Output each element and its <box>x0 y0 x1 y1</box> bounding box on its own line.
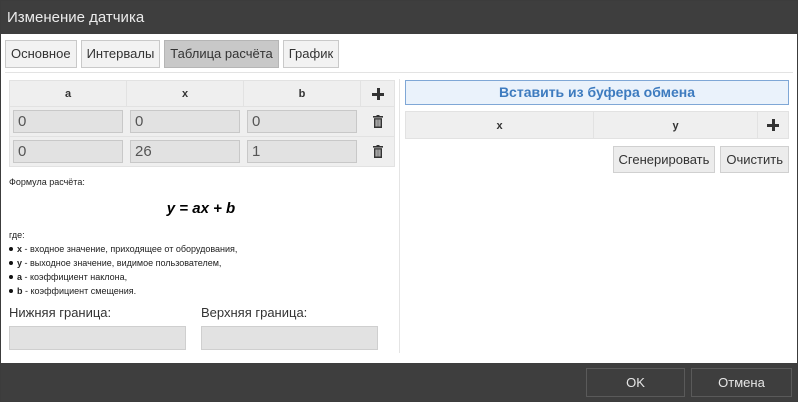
ok-button[interactable]: OK <box>586 368 685 397</box>
add-row-button[interactable] <box>361 81 394 106</box>
list-item: b - коэффициент смещения. <box>9 284 395 298</box>
sensor-edit-dialog: Изменение датчика Основное Интервалы Таб… <box>0 0 798 402</box>
paste-from-clipboard-button[interactable]: Вставить из буфера обмена <box>405 80 789 105</box>
xy-table-header: x y <box>405 111 789 139</box>
upper-bound-input[interactable] <box>201 326 378 350</box>
clear-button[interactable]: Очистить <box>720 146 789 173</box>
cancel-button[interactable]: Отмена <box>691 368 792 397</box>
trash-icon <box>372 145 383 158</box>
formula-label: Формула расчёта: <box>9 177 85 187</box>
coef-x-input[interactable] <box>130 110 240 133</box>
formula-expression: y = ax + b <box>166 200 236 217</box>
tab-intervals[interactable]: Интервалы <box>80 40 161 68</box>
tab-calc-table[interactable]: Таблица расчёта <box>164 40 279 68</box>
column-header-a: a <box>10 81 127 106</box>
formula-legend: x - входное значение, приходящее от обор… <box>9 242 395 298</box>
formula-where: где: <box>9 230 25 240</box>
plus-icon <box>371 87 384 100</box>
coef-a-input[interactable] <box>13 140 123 163</box>
list-item: a - коэффициент наклона, <box>9 270 395 284</box>
delete-row-button[interactable] <box>361 145 394 158</box>
generate-button[interactable]: Сгенерировать <box>612 146 716 173</box>
lower-bound-label: Нижняя граница: <box>9 305 112 320</box>
bounds-section: Нижняя граница: Верхняя граница: <box>9 305 395 350</box>
list-item: x - входное значение, приходящее от обор… <box>9 242 395 256</box>
coef-b-input[interactable] <box>247 140 357 163</box>
dialog-footer: OK Отмена <box>1 363 797 401</box>
tab-divider <box>5 72 793 73</box>
upper-bound-group: Верхняя граница: <box>201 305 378 350</box>
coefficients-panel: a x b 0 0 0 0 26 1 Формула расчёта: y = … <box>9 80 395 350</box>
lower-bound-group: Нижняя граница: <box>9 305 186 350</box>
column-header-x: x <box>127 81 244 106</box>
coef-table-header: a x b <box>9 80 395 107</box>
column-header-b: b <box>244 81 361 106</box>
xy-table-panel: Вставить из буфера обмена x y Сгенериров… <box>405 80 789 173</box>
dialog-title: Изменение датчика <box>1 1 797 34</box>
upper-bound-label: Верхняя граница: <box>201 305 308 320</box>
lower-bound-input[interactable] <box>9 326 186 350</box>
panel-divider <box>399 79 400 353</box>
coef-b-input[interactable] <box>247 110 357 133</box>
xy-actions: Сгенерировать Очистить <box>405 146 789 173</box>
delete-row-button[interactable] <box>361 115 394 128</box>
column-header-y: y <box>594 112 758 138</box>
table-row <box>9 107 395 137</box>
coef-x-input[interactable] <box>130 140 240 163</box>
list-item: y - выходное значение, видимое пользоват… <box>9 256 395 270</box>
tab-bar: Основное Интервалы Таблица расчёта Графи… <box>5 40 340 68</box>
coef-a-input[interactable] <box>13 110 123 133</box>
tab-main[interactable]: Основное <box>5 40 77 68</box>
add-point-button[interactable] <box>758 112 788 138</box>
tab-chart[interactable]: График <box>282 40 340 68</box>
column-header-x: x <box>406 112 594 138</box>
table-row <box>9 137 395 167</box>
trash-icon <box>372 115 383 128</box>
plus-icon <box>767 119 779 131</box>
